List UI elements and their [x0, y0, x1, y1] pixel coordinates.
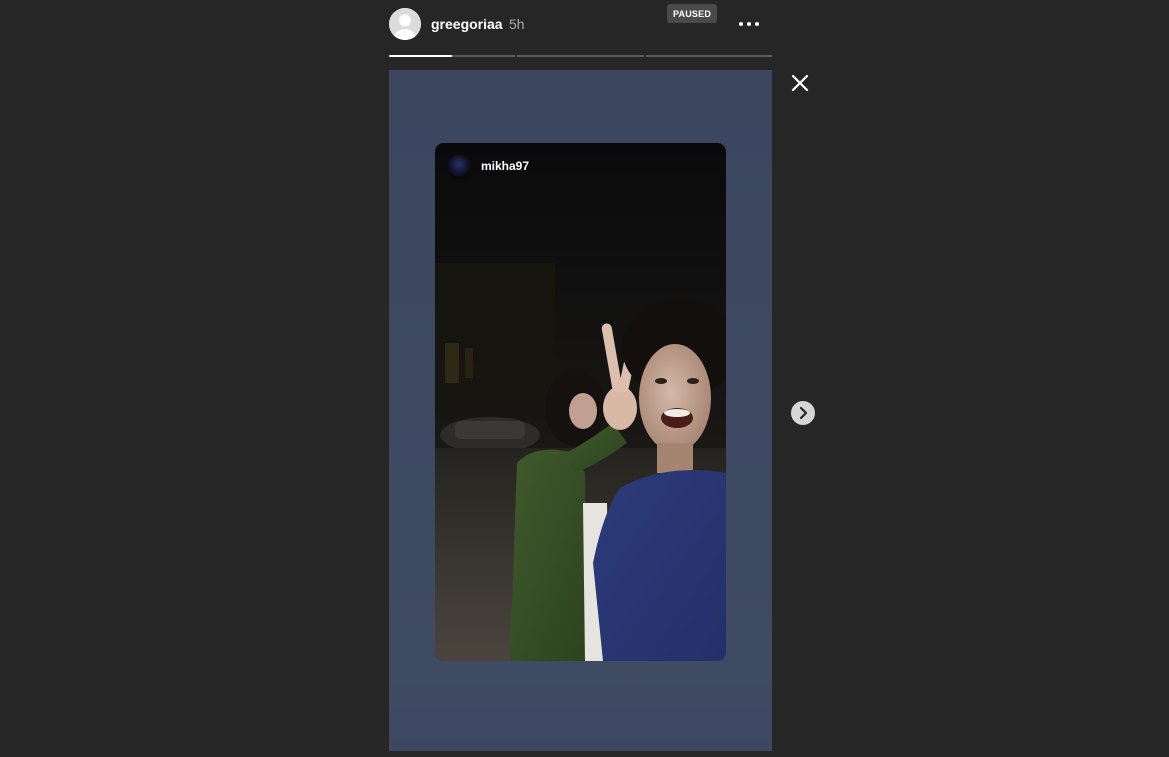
story-timestamp: 5h [509, 16, 525, 32]
story-progress-bar [389, 55, 772, 57]
story-viewer: greegoriaa 5h PAUSED mikha97 [0, 0, 1169, 757]
reshare-username[interactable]: mikha97 [481, 159, 529, 173]
story-photo [435, 143, 726, 661]
user-avatar[interactable] [389, 8, 421, 40]
story-header: greegoriaa 5h PAUSED [389, 4, 772, 40]
progress-segment [517, 55, 644, 57]
progress-segment [645, 55, 772, 57]
reshare-avatar [447, 155, 471, 179]
close-icon[interactable] [787, 70, 813, 96]
more-options-icon[interactable] [737, 14, 765, 34]
story-frame[interactable]: mikha97 [389, 70, 772, 751]
reshared-story-card[interactable]: mikha97 [435, 143, 726, 661]
default-avatar-icon [389, 8, 421, 40]
progress-segment [389, 55, 516, 57]
chevron-right-icon[interactable] [791, 401, 815, 425]
progress-segment-fill [389, 55, 453, 57]
paused-badge: PAUSED [667, 4, 718, 23]
story-username[interactable]: greegoriaa [431, 16, 503, 32]
